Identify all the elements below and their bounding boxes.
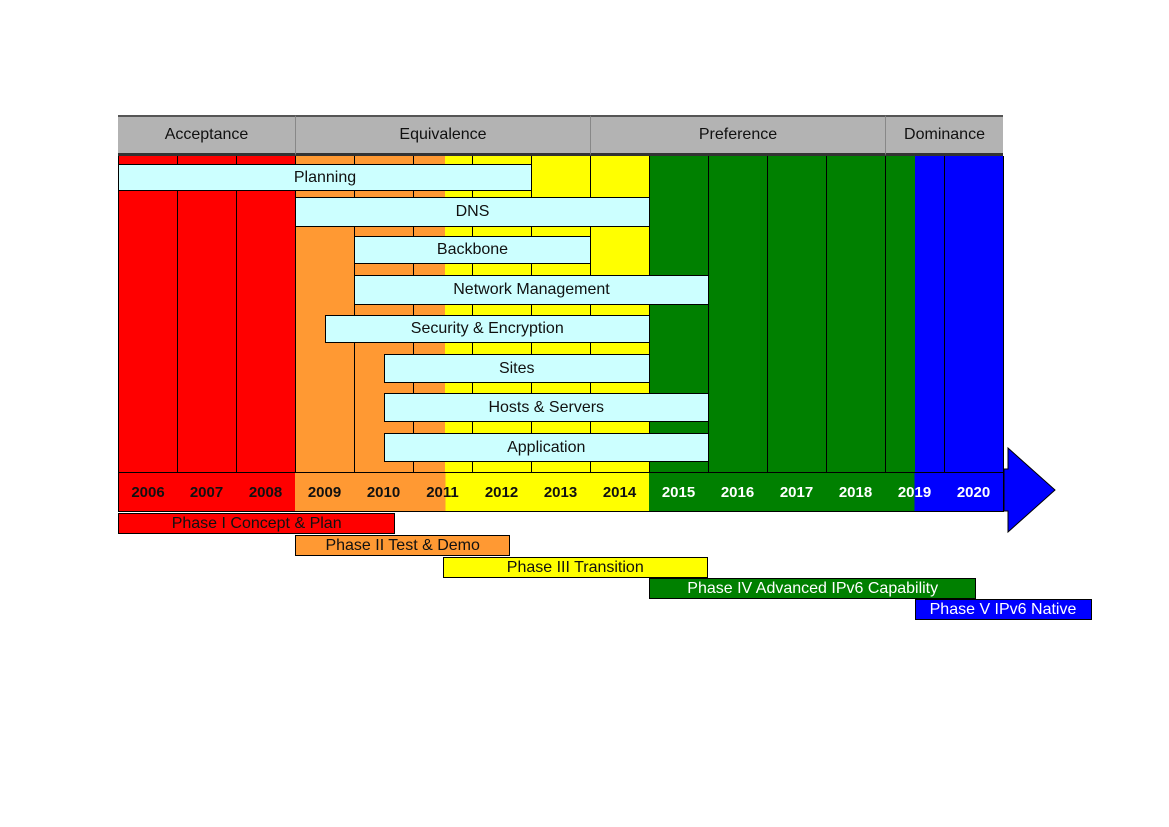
era-acceptance: Acceptance (118, 115, 295, 156)
task-bar-security-encryption: Security & Encryption (324, 315, 650, 343)
year-label-2014: 2014 (590, 472, 650, 512)
era-equivalence: Equivalence (295, 115, 590, 156)
year-column (826, 156, 886, 511)
year-label-2018: 2018 (826, 472, 886, 512)
phase-bar-1: Phase I Concept & Plan (118, 513, 396, 534)
year-label-2019: 2019 (885, 472, 945, 512)
task-bar-backbone: Backbone (354, 236, 591, 264)
phase-bar-2: Phase II Test & Demo (295, 535, 511, 556)
year-column (236, 156, 296, 511)
year-label-2010: 2010 (354, 472, 414, 512)
year-column (944, 156, 1004, 511)
task-bar-network-management: Network Management (354, 275, 709, 305)
timeline-arrow-icon (1003, 446, 1056, 534)
year-label-2007: 2007 (177, 472, 237, 512)
era-preference: Preference (590, 115, 885, 156)
year-label-2008: 2008 (236, 472, 296, 512)
task-bar-dns: DNS (295, 197, 650, 227)
task-bar-planning: Planning (118, 164, 532, 191)
phase-bar-3: Phase III Transition (442, 557, 708, 578)
year-label-2020: 2020 (944, 472, 1004, 512)
year-label-2006: 2006 (118, 472, 178, 512)
era-dominance: Dominance (885, 115, 1003, 156)
year-column (177, 156, 237, 511)
arrow-head (1003, 446, 1056, 534)
task-bar-sites: Sites (383, 354, 650, 383)
year-column (885, 156, 945, 511)
year-label-2016: 2016 (708, 472, 768, 512)
year-label-2017: 2017 (767, 472, 827, 512)
task-bar-hosts-servers: Hosts & Servers (383, 393, 709, 422)
year-label-2011: 2011 (413, 472, 473, 512)
year-label-2012: 2012 (472, 472, 532, 512)
phase-bar-4: Phase IV Advanced IPv6 Capability (649, 578, 977, 599)
year-label-2013: 2013 (531, 472, 591, 512)
year-label-2009: 2009 (295, 472, 355, 512)
year-column (767, 156, 827, 511)
phase-bar-5: Phase V IPv6 Native (914, 599, 1092, 620)
year-label-2015: 2015 (649, 472, 709, 512)
task-bar-application: Application (383, 433, 709, 462)
year-column (708, 156, 768, 511)
roadmap-diagram: Acceptance Equivalence Preference Dominance… (0, 0, 1169, 827)
year-column (118, 156, 178, 511)
